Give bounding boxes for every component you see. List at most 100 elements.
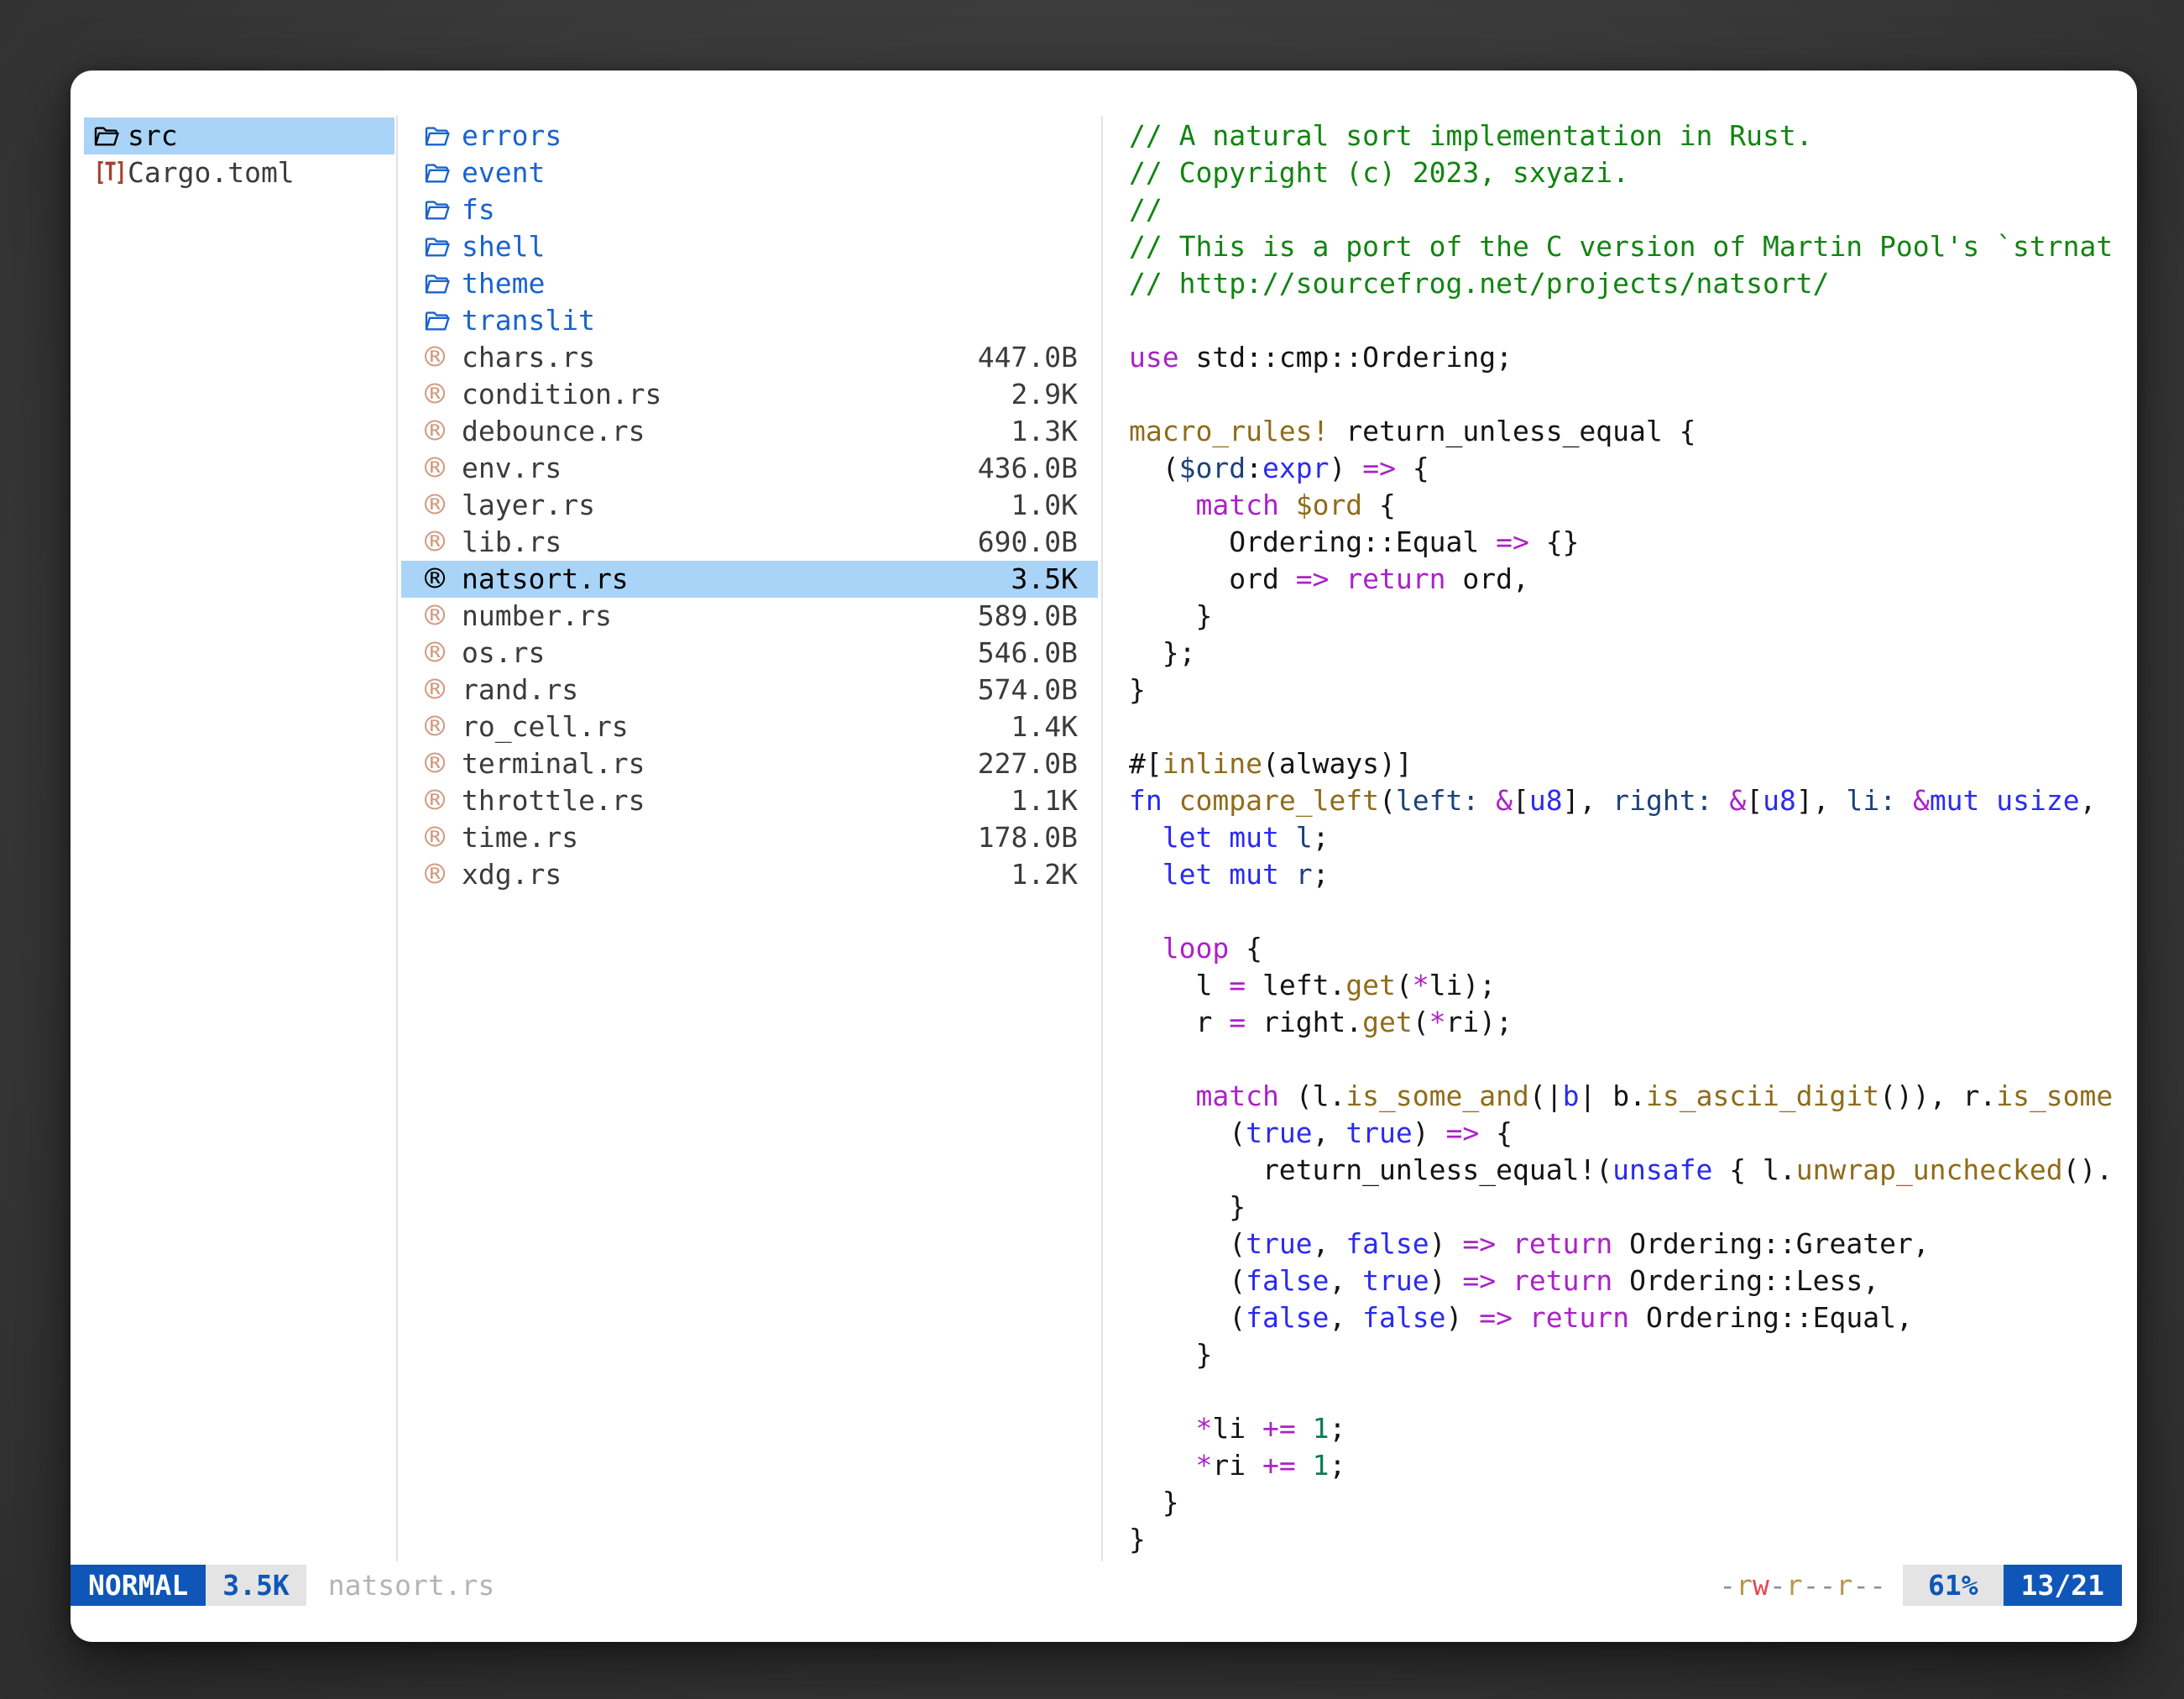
file-size: 1.1K bbox=[1011, 782, 1098, 819]
code-line: let mut r; bbox=[1129, 856, 2137, 893]
code-line bbox=[1129, 376, 2137, 413]
code-line: // This is a port of the C version of Ma… bbox=[1129, 228, 2137, 265]
code-line: } bbox=[1129, 1521, 2137, 1558]
code-line: } bbox=[1129, 598, 2137, 635]
file-name: Cargo.toml bbox=[128, 154, 295, 191]
folder-row[interactable]: event bbox=[401, 154, 1098, 191]
file-name: src bbox=[128, 118, 178, 154]
code-line: loop { bbox=[1129, 930, 2137, 967]
code-line: (true, true) => { bbox=[1129, 1115, 2137, 1152]
folder-icon bbox=[425, 234, 462, 259]
code-line: // Copyright (c) 2023, sxyazi. bbox=[1129, 154, 2137, 191]
rust-file-icon: ® bbox=[425, 819, 462, 856]
file-size: 178.0B bbox=[978, 819, 1098, 856]
code-line: (true, false) => return Ordering::Greate… bbox=[1129, 1226, 2137, 1262]
folder-row[interactable]: shell bbox=[401, 228, 1098, 265]
file-row[interactable]: [T]Cargo.toml bbox=[84, 154, 394, 191]
rust-file-icon: ® bbox=[425, 561, 462, 598]
rust-file-icon: ® bbox=[425, 339, 462, 376]
file-size: 1.4K bbox=[1011, 708, 1098, 745]
code-line: // A natural sort implementation in Rust… bbox=[1129, 118, 2137, 154]
code-line: (false, true) => return Ordering::Less, bbox=[1129, 1262, 2137, 1299]
folder-row-selected[interactable]: src bbox=[84, 118, 394, 154]
file-name: layer.rs bbox=[462, 487, 595, 524]
code-line: ($ord:expr) => { bbox=[1129, 450, 2137, 487]
file-size: 574.0B bbox=[978, 672, 1098, 708]
file-row[interactable]: ®ro_cell.rs1.4K bbox=[401, 708, 1098, 745]
file-row[interactable]: ®throttle.rs1.1K bbox=[401, 782, 1098, 819]
code-line: } bbox=[1129, 1336, 2137, 1373]
file-size: 2.9K bbox=[1011, 376, 1098, 413]
rust-file-icon: ® bbox=[425, 524, 462, 561]
code-line: l = left.get(*li); bbox=[1129, 967, 2137, 1004]
code-line: match (l.is_some_and(|b| b.is_ascii_digi… bbox=[1129, 1078, 2137, 1115]
folder-icon bbox=[425, 123, 462, 149]
rust-file-icon: ® bbox=[425, 856, 462, 893]
rust-file-icon: ® bbox=[425, 782, 462, 819]
file-size: 436.0B bbox=[978, 450, 1098, 487]
rust-file-icon: ® bbox=[425, 635, 462, 672]
code-line: r = right.get(*ri); bbox=[1129, 1004, 2137, 1041]
file-name: rand.rs bbox=[462, 672, 578, 708]
code-line: #[inline(always)] bbox=[1129, 745, 2137, 782]
code-line bbox=[1129, 893, 2137, 930]
file-preview-pane: // A natural sort implementation in Rust… bbox=[1129, 118, 2137, 1558]
file-row[interactable]: ®layer.rs1.0K bbox=[401, 487, 1098, 524]
file-row[interactable]: ®time.rs 178.0B bbox=[401, 819, 1098, 856]
file-row[interactable]: ®terminal.rs 227.0B bbox=[401, 745, 1098, 782]
file-row[interactable]: ®condition.rs2.9K bbox=[401, 376, 1098, 413]
rust-file-icon: ® bbox=[425, 672, 462, 708]
pane-separator bbox=[1101, 116, 1103, 1561]
folder-row[interactable]: fs bbox=[401, 191, 1098, 228]
file-name: terminal.rs bbox=[462, 745, 645, 782]
file-row[interactable]: ®env.rs436.0B bbox=[401, 450, 1098, 487]
file-name: shell bbox=[462, 228, 545, 265]
code-line: *li += 1; bbox=[1129, 1410, 2137, 1447]
folder-row[interactable]: theme bbox=[401, 265, 1098, 302]
code-line: let mut l; bbox=[1129, 819, 2137, 856]
code-line: } bbox=[1129, 672, 2137, 708]
code-line: } bbox=[1129, 1484, 2137, 1521]
file-size: 447.0B bbox=[978, 339, 1098, 376]
code-line: fn compare_left(left: &[u8], right: &[u8… bbox=[1129, 782, 2137, 819]
file-name: theme bbox=[462, 265, 545, 302]
file-row[interactable]: ®number.rs589.0B bbox=[401, 598, 1098, 635]
file-row[interactable]: ®xdg.rs1.2K bbox=[401, 856, 1098, 893]
file-size: 3.5K bbox=[1011, 561, 1098, 598]
code-line bbox=[1129, 302, 2137, 339]
folder-icon bbox=[425, 271, 462, 296]
cursor-position-badge: 13/21 bbox=[2004, 1565, 2122, 1606]
status-bar-right: -rw-r--r-- 61% 13/21 bbox=[1719, 1565, 2122, 1606]
file-row-selected[interactable]: ®natsort.rs 3.5K bbox=[401, 561, 1098, 598]
rust-file-icon: ® bbox=[425, 413, 462, 450]
file-size: 1.3K bbox=[1011, 413, 1098, 450]
rust-file-icon: ® bbox=[425, 745, 462, 782]
code-line: match $ord { bbox=[1129, 487, 2137, 524]
current-directory-pane: errorseventfsshellthemetranslit®chars.rs… bbox=[401, 118, 1098, 893]
code-line bbox=[1129, 1373, 2137, 1410]
file-name: os.rs bbox=[462, 635, 545, 672]
file-name: natsort.rs bbox=[462, 561, 629, 598]
file-row[interactable]: ®lib.rs690.0B bbox=[401, 524, 1098, 561]
file-name: number.rs bbox=[462, 598, 612, 635]
file-row[interactable]: ®os.rs 546.0B bbox=[401, 635, 1098, 672]
code-line: ord => return ord, bbox=[1129, 561, 2137, 598]
file-row[interactable]: ®debounce.rs 1.3K bbox=[401, 413, 1098, 450]
file-row[interactable]: ®chars.rs447.0B bbox=[401, 339, 1098, 376]
folder-icon bbox=[94, 123, 128, 149]
file-size: 546.0B bbox=[978, 635, 1098, 672]
file-name: fs bbox=[462, 191, 495, 228]
file-name: time.rs bbox=[462, 819, 578, 856]
folder-row[interactable]: errors bbox=[401, 118, 1098, 154]
folder-row[interactable]: translit bbox=[401, 302, 1098, 339]
file-size: 227.0B bbox=[978, 745, 1098, 782]
code-line: *ri += 1; bbox=[1129, 1447, 2137, 1484]
toml-file-icon: [T] bbox=[94, 154, 128, 191]
yazi-file-manager-window: src[T]Cargo.toml errorseventfsshelltheme… bbox=[71, 71, 2137, 1642]
pane-separator bbox=[396, 116, 398, 1561]
code-line: // bbox=[1129, 191, 2137, 228]
code-line: // http://sourcefrog.net/projects/natsor… bbox=[1129, 265, 2137, 302]
file-row[interactable]: ®rand.rs 574.0B bbox=[401, 672, 1098, 708]
file-name: debounce.rs bbox=[462, 413, 645, 450]
code-line: return_unless_equal!(unsafe { l.unwrap_u… bbox=[1129, 1152, 2137, 1189]
